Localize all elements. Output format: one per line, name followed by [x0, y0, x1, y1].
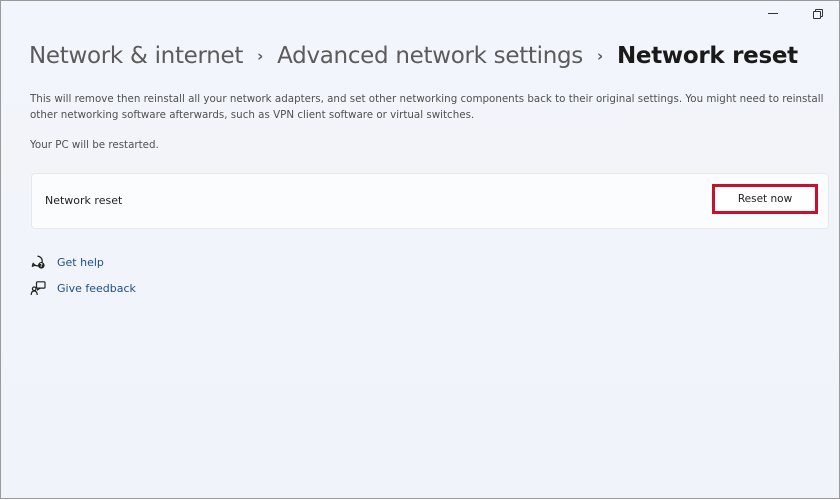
minimize-button[interactable] — [751, 1, 795, 25]
svg-text:?: ? — [40, 263, 43, 269]
restore-icon — [812, 8, 823, 19]
chevron-right-icon: › — [257, 47, 264, 65]
network-reset-card: Network reset Reset now — [31, 173, 829, 229]
feedback-icon — [30, 280, 46, 296]
chevron-right-icon: › — [597, 47, 603, 65]
breadcrumb-network-internet[interactable]: Network & internet — [29, 43, 243, 69]
restart-note: Your PC will be restarted. — [30, 139, 159, 151]
restore-button[interactable] — [795, 1, 839, 25]
settings-window: Network & internet › Advanced network se… — [0, 0, 840, 499]
give-feedback-link[interactable]: Give feedback — [30, 280, 136, 296]
help-chat-icon: ? — [30, 254, 46, 270]
page-title: Network reset — [616, 43, 798, 69]
network-reset-label: Network reset — [45, 194, 123, 207]
get-help-label: Get help — [57, 255, 104, 269]
minimize-icon — [768, 12, 778, 14]
reset-now-button[interactable]: Reset now — [712, 184, 818, 214]
give-feedback-label: Give feedback — [57, 281, 136, 295]
reset-description: This will remove then reinstall all your… — [30, 93, 824, 121]
breadcrumb-advanced-network-settings[interactable]: Advanced network settings — [277, 43, 583, 69]
breadcrumb: Network & internet › Advanced network se… — [29, 43, 798, 69]
get-help-link[interactable]: ? Get help — [30, 254, 104, 270]
window-controls — [751, 1, 839, 25]
